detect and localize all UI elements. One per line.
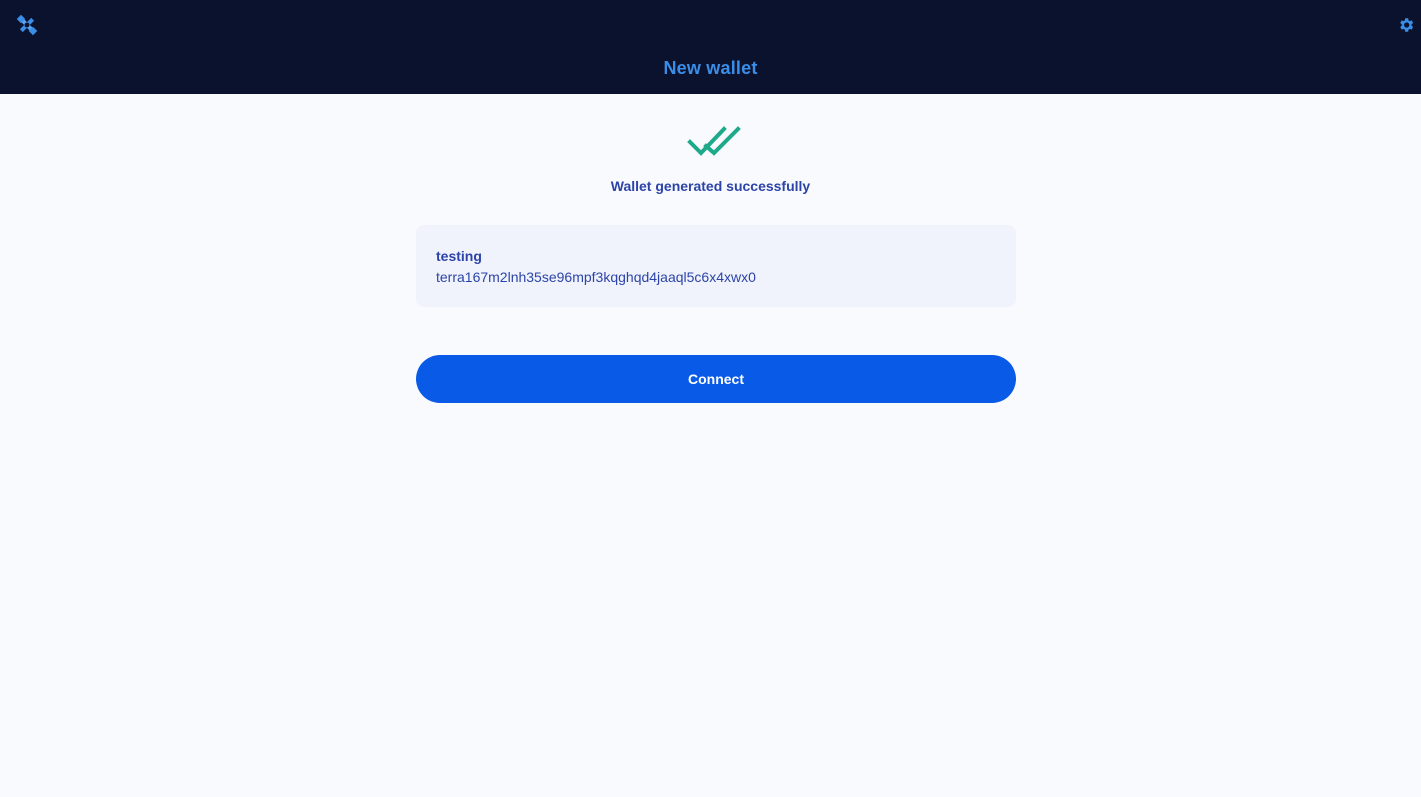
page-title: New wallet (663, 58, 758, 78)
success-message: Wallet generated successfully (610, 178, 811, 194)
header-bar: New wallet (0, 0, 1421, 94)
double-check-icon (687, 126, 741, 156)
connect-button[interactable]: Connect (416, 355, 1016, 403)
gear-icon[interactable] (1397, 16, 1415, 34)
satellite-icon[interactable] (16, 14, 38, 36)
wallet-address: terra167m2lnh35se96mpf3kqghqd4jaaql5c6x4… (436, 269, 756, 285)
wallet-card: testing terra167m2lnh35se96mpf3kqghqd4ja… (416, 225, 1016, 307)
wallet-name: testing (436, 248, 482, 264)
